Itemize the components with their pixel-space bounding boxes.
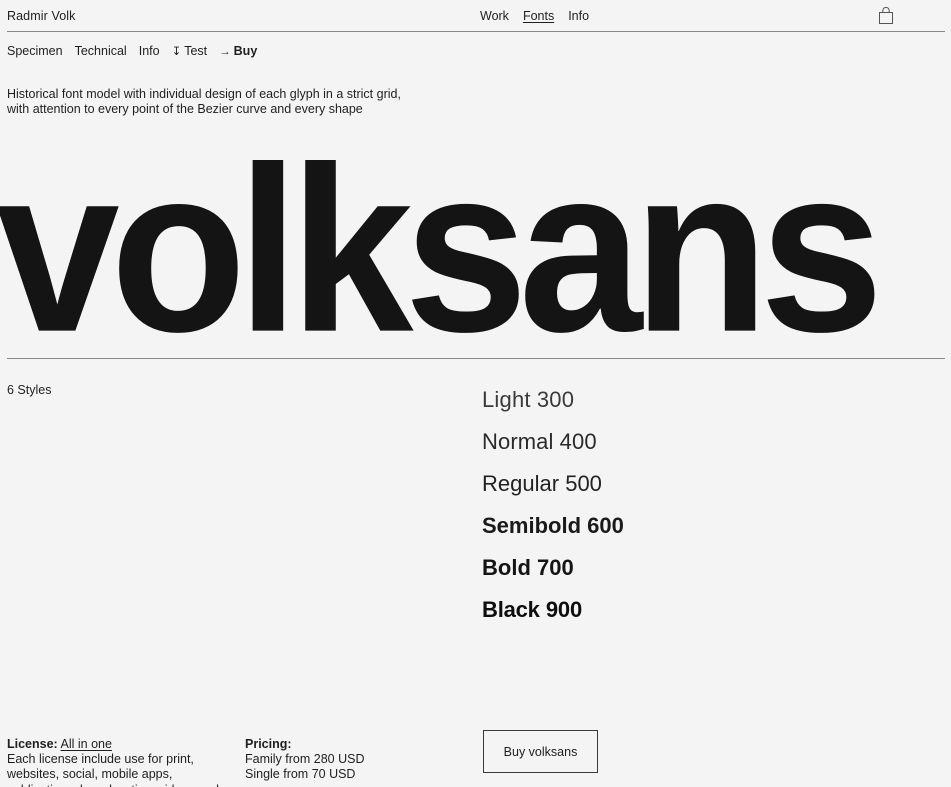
font-wordmark: volksans <box>0 159 884 349</box>
style-weight-light: 300 <box>536 387 575 412</box>
subnav-item-test[interactable]: ↧ Test <box>172 44 208 58</box>
style-weight-regular: 500 <box>565 471 602 496</box>
header-divider <box>7 31 945 32</box>
style-weight-bold: 700 <box>537 555 574 580</box>
license-line-2: websites, social, mobile apps, <box>7 767 173 782</box>
nav-item-info[interactable]: Info <box>568 9 589 23</box>
style-name-black: Black <box>482 597 540 622</box>
style-weight-semibold: 600 <box>587 513 624 538</box>
footer: License: All in one Each license include… <box>0 733 951 787</box>
font-description: Historical font model with individual de… <box>0 87 640 117</box>
style-row-regular[interactable]: Regular 500 <box>482 463 922 505</box>
license-heading-row: License: All in one <box>7 737 222 752</box>
nav-item-work[interactable]: Work <box>480 9 509 23</box>
subnav-item-buy[interactable]: → Buy <box>219 44 257 58</box>
style-row-semibold[interactable]: Semibold 600 <box>482 505 922 547</box>
subnav-item-info[interactable]: Info <box>139 44 160 58</box>
style-name-semibold: Semibold <box>482 513 582 538</box>
license-heading: License: <box>7 737 58 751</box>
pricing-block: Pricing: Family from 280 USD Single from… <box>245 737 460 783</box>
subnav-label-info: Info <box>138 44 160 58</box>
pricing-single: Single from 70 USD <box>245 767 356 782</box>
styles-list: Light 300 Normal 400 Regular 500 Semibol… <box>482 379 922 631</box>
license-link-all-in-one[interactable]: All in one <box>61 737 112 751</box>
license-line-3: publications, broadcasting, videos and <box>7 783 222 787</box>
style-weight-normal: 400 <box>559 429 597 454</box>
subnav-label-test: Test <box>184 44 208 58</box>
subnav-label-specimen: Specimen <box>7 44 63 58</box>
subnav-label-technical: Technical <box>74 44 127 58</box>
style-row-light[interactable]: Light 300 <box>482 379 922 421</box>
license-block: License: All in one Each license include… <box>7 737 222 787</box>
nav-item-fonts[interactable]: Fonts <box>523 9 554 23</box>
styles-section: 6 Styles Light 300 Normal 400 Regular 50… <box>0 379 951 629</box>
license-line-1: Each license include use for print, <box>7 752 194 767</box>
hero-divider <box>7 358 945 359</box>
shopping-bag-icon[interactable] <box>878 7 894 24</box>
style-name-normal: Normal <box>482 429 554 454</box>
primary-navigation: Work Fonts Info <box>480 0 589 31</box>
site-header: Radmir Volk Work Fonts Info <box>0 0 951 31</box>
style-name-bold: Bold <box>482 555 531 580</box>
brand-name[interactable]: Radmir Volk <box>7 9 75 23</box>
description-line-1: Historical font model with individual de… <box>7 87 401 101</box>
style-row-bold[interactable]: Bold 700 <box>482 547 922 589</box>
pricing-heading: Pricing: <box>245 737 292 751</box>
subnav-item-technical[interactable]: Technical <box>75 44 127 58</box>
description-line-2: with attention to every point of the Bez… <box>7 102 363 116</box>
styles-count-label: 6 Styles <box>7 383 52 397</box>
pricing-family: Family from 280 USD <box>245 752 365 767</box>
right-arrow-icon: → <box>219 46 231 58</box>
style-weight-black: 900 <box>545 597 582 622</box>
font-section-navigation: Specimen Technical Info ↧ Test → Buy <box>0 36 951 66</box>
buy-volksans-button[interactable]: Buy volksans <box>483 730 598 773</box>
subnav-label-buy: Buy <box>233 44 258 58</box>
hero-wordmark-area: volksans <box>0 159 951 349</box>
style-name-light: Light <box>482 387 531 412</box>
subnav-item-specimen[interactable]: Specimen <box>7 44 63 58</box>
style-name-regular: Regular <box>482 471 560 496</box>
style-row-black[interactable]: Black 900 <box>482 589 922 631</box>
style-row-normal[interactable]: Normal 400 <box>482 421 922 463</box>
download-arrow-icon: ↧ <box>171 46 182 58</box>
